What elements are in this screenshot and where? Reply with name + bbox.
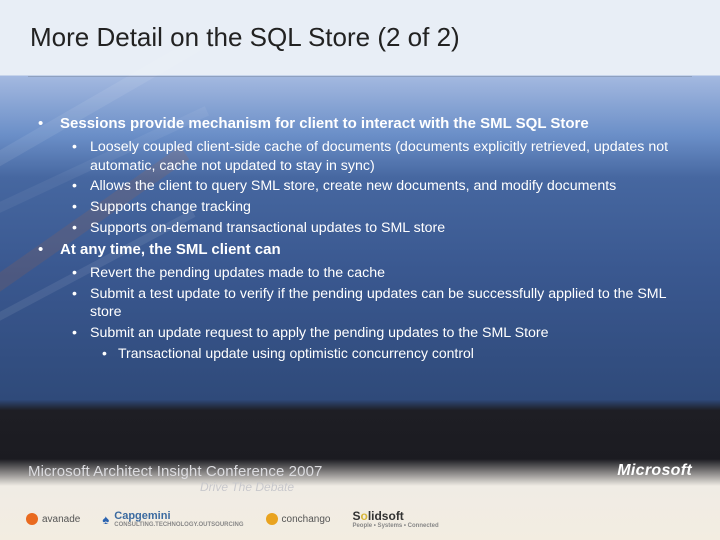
bullet: Supports on-demand transactional updates… <box>60 219 692 238</box>
capgemini-icon: ♠ <box>102 512 109 527</box>
bullet: Allows the client to query SML store, cr… <box>60 177 692 196</box>
bullet: Submit a test update to verify if the pe… <box>60 285 692 323</box>
topic-2: At any time, the SML client can Revert t… <box>36 240 692 363</box>
sponsor-subtitle: CONSULTING.TECHNOLOGY.OUTSOURCING <box>114 522 243 528</box>
bullet-text: Submit an update request to apply the pe… <box>90 325 549 341</box>
bullet: Supports change tracking <box>60 198 692 217</box>
avanade-icon <box>26 513 38 525</box>
sponsor-strip: avanade ♠ Capgemini CONSULTING.TECHNOLOG… <box>26 504 439 534</box>
sponsor-avanade: avanade <box>26 513 80 525</box>
sponsor-label-part: lidsoft <box>368 509 404 523</box>
slide: More Detail on the SQL Store (2 of 2) Se… <box>0 0 720 540</box>
slide-body: Sessions provide mechanism for client to… <box>36 114 692 365</box>
sponsor-label: Capgemini <box>114 510 170 522</box>
bullet: Revert the pending updates made to the c… <box>60 264 692 283</box>
sponsor-subtitle: People • Systems • Connected <box>352 523 438 529</box>
microsoft-logo: Microsoft <box>617 462 692 480</box>
sub-bullet: Transactional update using optimistic co… <box>90 344 692 363</box>
conchango-icon <box>266 513 278 525</box>
sponsor-label-part: o <box>360 509 367 523</box>
topic-1: Sessions provide mechanism for client to… <box>36 114 692 238</box>
topic-1-headline: Sessions provide mechanism for client to… <box>60 115 589 132</box>
sponsor-capgemini: ♠ Capgemini CONSULTING.TECHNOLOGY.OUTSOU… <box>102 510 243 528</box>
conference-name: Microsoft Architect Insight Conference 2… <box>28 463 322 480</box>
sponsor-solidsoft: Solidsoft People • Systems • Connected <box>352 509 438 529</box>
sponsor-label: avanade <box>42 514 80 525</box>
footer-tagline: Drive The Debate <box>200 480 294 494</box>
topic-2-headline: At any time, the SML client can <box>60 241 281 258</box>
footer-bar: Microsoft Architect Insight Conference 2… <box>0 450 720 492</box>
bullet: Submit an update request to apply the pe… <box>60 324 692 362</box>
slide-title: More Detail on the SQL Store (2 of 2) <box>30 22 690 53</box>
sponsor-conchango: conchango <box>266 513 331 525</box>
sponsor-label: conchango <box>282 514 331 525</box>
bullet: Loosely coupled client-side cache of doc… <box>60 138 692 176</box>
title-underline <box>28 76 692 77</box>
